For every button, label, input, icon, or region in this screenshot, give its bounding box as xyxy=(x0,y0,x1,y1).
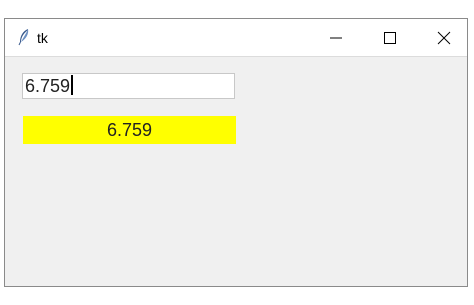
close-icon xyxy=(437,31,451,45)
minimize-icon xyxy=(330,37,342,39)
feather-icon xyxy=(18,28,30,46)
entry-text: 6.759 xyxy=(25,76,71,96)
client-area: 6.759 6.759 xyxy=(5,57,467,286)
close-button[interactable] xyxy=(417,19,471,56)
window-title: tk xyxy=(37,30,48,46)
title-bar[interactable]: tk xyxy=(5,19,467,57)
tk-window: tk 6.759 6.759 xyxy=(4,18,468,287)
value-label: 6.759 xyxy=(23,116,236,144)
value-entry[interactable]: 6.759 xyxy=(22,73,235,99)
maximize-button[interactable] xyxy=(363,19,417,56)
maximize-icon xyxy=(384,32,396,44)
text-caret xyxy=(71,75,74,95)
minimize-button[interactable] xyxy=(309,19,363,56)
